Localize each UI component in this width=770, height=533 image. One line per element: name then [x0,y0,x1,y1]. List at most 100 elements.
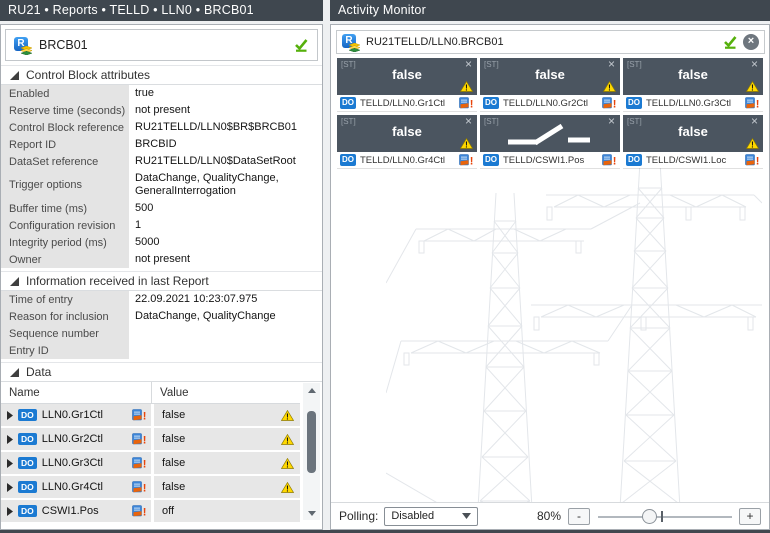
close-tile-icon[interactable]: × [465,114,472,128]
expand-arrow-icon[interactable] [7,483,13,492]
activity-tile[interactable]: [ST] × false DOTELLD/LLN0.Gr1Ctl [337,58,477,111]
attr-row: Entry ID [1,342,322,359]
data-table-scrollbar[interactable] [303,383,320,520]
activity-monitor-footer: Polling: Disabled 80% - + [331,502,769,529]
close-tile-icon[interactable]: × [465,57,472,71]
activity-tile[interactable]: [ST] × false DOTELLD/LLN0.Gr4Ctl [337,115,477,168]
column-header-name[interactable]: Name [1,387,151,399]
chevron-down-icon [462,513,471,519]
close-tile-icon[interactable]: × [751,57,758,71]
tile-reference: TELLD/CSWI1.Loc [646,155,726,166]
table-row[interactable]: DOLLN0.Gr1Ctl false [1,404,300,426]
expand-arrow-icon[interactable] [7,411,13,420]
table-row[interactable]: DOCSWI1.Pos off [1,500,300,522]
data-object-value: false [162,457,185,469]
zoom-in-button[interactable]: + [739,508,761,525]
close-card-button[interactable]: × [743,34,759,50]
reported-icon [132,505,147,517]
section-header-control-block[interactable]: Control Block attributes [1,65,322,85]
tile-value: false [337,58,477,92]
layers-icon [349,43,360,52]
activity-monitor-body: R RU21TELLD/LLN0.BRCB01 × [ST] × false D… [330,24,770,530]
do-badge: DO [18,409,37,421]
zoom-percentage: 80% [537,509,561,523]
data-object-name: LLN0.Gr4Ctl [42,481,103,493]
data-object-name: LLN0.Gr3Ctl [42,457,103,469]
reported-icon [602,97,617,109]
do-badge: DO [18,505,37,517]
activity-tile[interactable]: [ST] × false DOTELLD/LLN0.Gr3Ctl [623,58,763,111]
do-badge: DO [626,154,642,166]
do-badge: DO [18,481,37,493]
scroll-down-button[interactable] [303,506,320,520]
data-object-value: off [162,505,174,517]
expander-icon [10,71,19,80]
attr-row: DataSet referenceRU21TELLD/LLN0$DataSetR… [1,153,322,170]
data-object-value: false [162,409,185,421]
section-data: Data Name Value DOLLN0.Gr1Ctl false DOLL… [1,362,322,522]
table-row[interactable]: DOLLN0.Gr2Ctl false [1,428,300,450]
background-watermark [386,143,762,527]
activity-tile[interactable]: [ST] × false DOTELLD/LLN0.Gr2Ctl [480,58,620,111]
zoom-slider-thumb[interactable] [642,509,657,524]
section-header-data[interactable]: Data [1,362,322,382]
expander-icon [10,368,19,377]
attr-row: Reason for inclusionDataChange, QualityC… [1,308,322,325]
subscribed-check-icon [722,35,738,49]
scrollbar-thumb[interactable] [307,411,316,473]
reported-icon [132,409,147,421]
zoom-slider[interactable] [598,508,732,525]
close-tile-icon[interactable]: × [608,57,615,71]
expand-arrow-icon[interactable] [7,507,13,516]
tile-reference: TELLD/LLN0.Gr3Ctl [646,98,731,109]
quality-label: [ST] [627,60,642,69]
activity-tiles-grid: [ST] × false DOTELLD/LLN0.Gr1Ctl [ST] × … [337,58,763,168]
reported-icon [132,433,147,445]
tile-reference: TELLD/LLN0.Gr4Ctl [360,155,445,166]
reported-icon [602,154,617,166]
attr-row: Ownernot present [1,251,322,268]
subscribed-check-icon [293,38,309,52]
do-badge: DO [483,154,499,166]
warning-icon [281,434,294,445]
activity-card-title: RU21TELLD/LLN0.BRCB01 [366,36,504,48]
polling-label: Polling: [339,509,378,523]
polling-selected-value: Disabled [391,510,434,522]
column-header-value[interactable]: Value [151,382,300,403]
arrow-down-icon [308,511,316,516]
data-object-value: false [162,481,185,493]
attr-row: Time of entry22.09.2021 10:23:07.975 [1,291,322,308]
table-row[interactable]: DO LLN0.Gr3Ctl false [1,452,300,474]
activity-tile[interactable]: [ST] × DOTELLD/CSWI1.Pos [480,115,620,168]
close-tile-icon[interactable]: × [751,114,758,128]
slider-track[interactable] [598,516,732,518]
activity-monitor-title: Activity Monitor [330,0,770,21]
expand-arrow-icon[interactable] [7,459,13,468]
warning-icon [281,482,294,493]
activity-tile[interactable]: [ST] × false DOTELLD/CSWI1.Loc [623,115,763,168]
tile-value: false [480,58,620,92]
reported-icon [745,154,760,166]
table-row[interactable]: DO LLN0.Gr4Ctl false [1,476,300,498]
control-block-name: BRCB01 [39,38,88,52]
close-tile-icon[interactable]: × [608,114,615,128]
slider-tick [661,511,663,522]
polling-select[interactable]: Disabled [384,507,478,526]
tile-value: false [623,115,763,149]
arrow-up-icon [308,388,316,393]
scroll-up-button[interactable] [303,383,320,397]
control-block-header: R BRCB01 [5,29,318,61]
reported-icon [745,97,760,109]
do-badge: DO [18,457,37,469]
expand-arrow-icon[interactable] [7,435,13,444]
zoom-out-button[interactable]: - [568,508,590,525]
warning-icon [746,138,759,149]
section-last-report: Information received in last Report Time… [1,271,322,359]
reported-icon [132,481,147,493]
layers-icon [21,46,32,55]
section-header-last-report[interactable]: Information received in last Report [1,271,322,291]
attr-row: Integrity period (ms)5000 [1,234,322,251]
tile-reference: TELLD/CSWI1.Pos [503,155,584,166]
do-badge: DO [340,97,356,109]
expander-icon [10,277,19,286]
